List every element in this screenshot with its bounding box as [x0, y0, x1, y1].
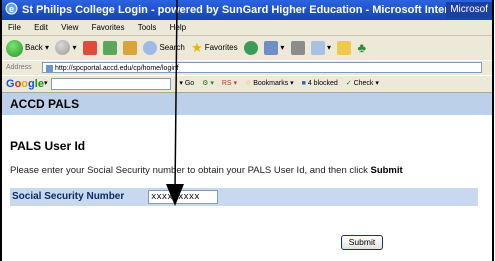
bookmarks-button[interactable]: ☆ Bookmarks ▾ — [245, 80, 294, 87]
spell-check-button[interactable]: ✓ Check ▾ — [346, 80, 379, 87]
mail-button[interactable]: ▾ — [264, 36, 284, 60]
google-toolbar: Google▾ ▾ Go ⚙ ▾ RS ▾ ☆ Bookmarks ▾ ■ 4 … — [2, 76, 492, 93]
svg-text:e: e — [9, 4, 14, 14]
folder-button[interactable] — [337, 36, 352, 60]
print-button[interactable] — [290, 36, 305, 60]
search-label: Search — [159, 43, 185, 52]
edit-button[interactable]: ▾ — [310, 36, 331, 60]
ssn-row: Social Security Number xxxxxxxxx — [10, 188, 478, 206]
back-arrow-icon — [6, 39, 23, 57]
ssn-input[interactable]: xxxxxxxxx — [148, 190, 218, 204]
submit-button[interactable]: Submit — [341, 235, 383, 250]
favorites-button[interactable]: ★ Favorites — [191, 36, 238, 60]
forward-button[interactable]: ▾ — [55, 36, 77, 60]
google-logo-letter: G — [6, 78, 15, 90]
browser-window: e St Philips College Login - powered by … — [0, 0, 494, 261]
stop-button[interactable] — [82, 36, 97, 60]
page-content: ACCD PALS PALS User Id Please enter your… — [2, 93, 492, 261]
standard-toolbar: Back ▾ ▾ Search ★ Favorites ▾ ▾ ♣ — [2, 36, 492, 60]
google-logo[interactable]: Google — [6, 78, 44, 90]
edit-icon — [310, 40, 325, 55]
google-go-button[interactable]: ▾ Go — [179, 80, 194, 87]
google-logo-dropdown-icon[interactable]: ▾ — [44, 80, 48, 87]
menu-tools[interactable]: Tools — [138, 23, 157, 32]
back-button[interactable]: Back ▾ — [6, 36, 49, 60]
mail-icon — [264, 40, 279, 55]
address-label: Address — [6, 64, 32, 71]
window-title: St Philips College Login - powered by Su… — [22, 4, 492, 16]
menu-file[interactable]: File — [8, 23, 21, 32]
pagerank-icon[interactable]: ⚙ ▾ — [202, 80, 214, 87]
instructions-prefix: Please enter your Social Security number… — [10, 165, 368, 176]
menu-help[interactable]: Help — [170, 23, 186, 32]
popup-blocker-button[interactable]: ■ 4 blocked — [302, 80, 338, 87]
check-label: Check — [353, 80, 374, 87]
instructions-text: Please enter your Social Security number… — [10, 165, 403, 176]
page-title: PALS User Id — [10, 139, 86, 153]
page-icon — [46, 64, 53, 72]
menu-view[interactable]: View — [61, 23, 78, 32]
ssn-label: Social Security Number — [12, 191, 125, 202]
messenger-icon: ♣ — [357, 40, 367, 55]
search-icon — [143, 41, 158, 55]
back-label: Back — [25, 43, 43, 52]
favorites-label: Favorites — [204, 43, 238, 52]
page-header: ACCD PALS — [2, 93, 492, 115]
folder-icon — [337, 40, 352, 55]
history-button[interactable] — [243, 36, 258, 60]
taskbar-button[interactable]: Microsof — [446, 2, 492, 18]
search-button[interactable]: Search — [143, 36, 185, 60]
refresh-icon — [103, 40, 117, 55]
print-icon — [290, 40, 305, 55]
address-url: http://spcportal.accd.edu/cp/home/loginf — [55, 65, 179, 72]
menu-bar: File Edit View Favorites Tools Help — [2, 20, 492, 36]
stop-icon — [82, 40, 97, 55]
refresh-button[interactable] — [103, 36, 117, 60]
blocked-label: 4 blocked — [307, 80, 338, 87]
forward-arrow-icon — [55, 40, 71, 56]
rss-button[interactable]: RS ▾ — [222, 80, 237, 87]
blocked-icon: ■ — [301, 80, 306, 87]
title-bar: e St Philips College Login - powered by … — [2, 0, 492, 20]
history-icon — [243, 40, 258, 55]
google-logo-letter: le — [34, 78, 44, 90]
instructions-submit-word: Submit — [370, 165, 403, 176]
bookmarks-star-icon: ☆ — [244, 80, 252, 87]
google-logo-letter: g — [28, 78, 35, 90]
address-bar: Address http://spcportal.accd.edu/cp/hom… — [2, 61, 492, 75]
check-icon: ✓ — [345, 80, 352, 87]
star-icon: ★ — [191, 40, 203, 55]
internet-explorer-icon: e — [5, 2, 18, 15]
home-icon — [123, 40, 138, 55]
google-search-input[interactable] — [51, 78, 172, 90]
messenger-button[interactable]: ♣ — [358, 36, 367, 60]
google-go-label: Go — [184, 80, 195, 87]
address-input[interactable]: http://spcportal.accd.edu/cp/home/loginf — [42, 62, 482, 73]
bookmarks-label: Bookmarks — [253, 80, 289, 87]
home-button[interactable] — [123, 36, 138, 60]
menu-favorites[interactable]: Favorites — [92, 23, 125, 32]
menu-edit[interactable]: Edit — [34, 23, 48, 32]
